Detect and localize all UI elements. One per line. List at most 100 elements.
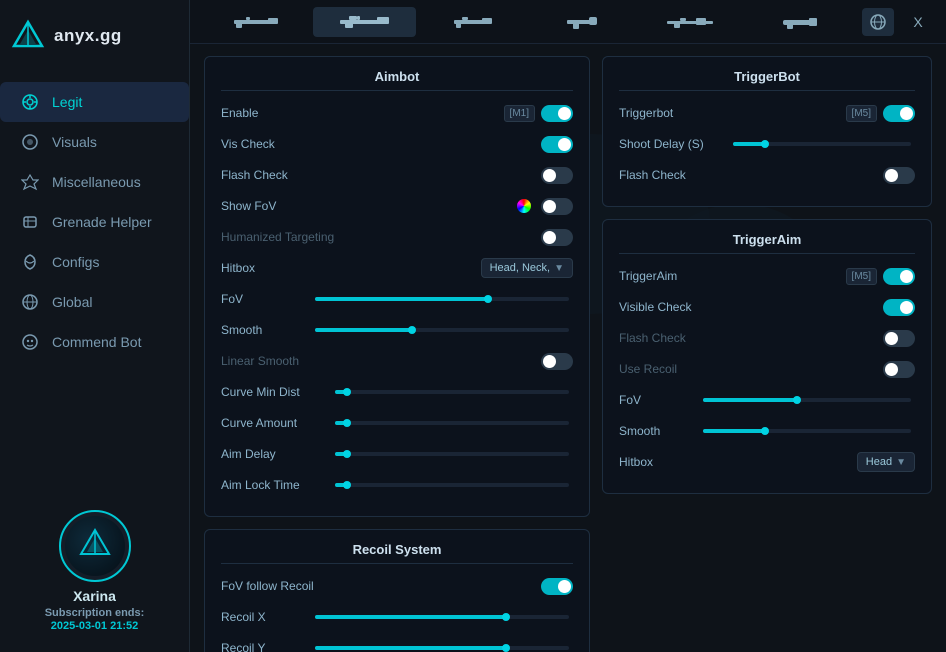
curve-amount-slider[interactable] [335, 421, 569, 425]
visible-check-row: Visible Check [619, 295, 915, 319]
aimbot-enable-label: Enable [221, 106, 258, 120]
show-fov-row: Show FoV [221, 194, 573, 218]
linear-smooth-toggle[interactable] [541, 353, 573, 370]
nav-label-configs: Configs [52, 254, 99, 270]
ta-fov-slider[interactable] [703, 398, 911, 402]
triggeraim-panel: TriggerAim TriggerAim [M5] Visible Check [602, 219, 932, 494]
weapon-tab-sniper[interactable] [640, 7, 743, 37]
triggeraim-row: TriggerAim [M5] [619, 264, 915, 288]
fov-slider[interactable] [315, 297, 569, 301]
sidebar-item-visuals[interactable]: Visuals [0, 122, 189, 162]
aim-lock-time-row: Aim Lock Time [221, 473, 573, 497]
use-recoil-row: Use Recoil [619, 357, 915, 381]
sidebar: anyx.gg Legit Visuals Miscellaneous Grenade… [0, 0, 190, 652]
nav-icon-global [20, 292, 40, 312]
logo-text: anyx.gg [54, 26, 122, 46]
ta-flash-check-label: Flash Check [619, 331, 686, 345]
hitbox-label: Hitbox [221, 261, 255, 275]
fov-label: FoV [221, 292, 311, 306]
sidebar-item-commend[interactable]: Commend Bot [0, 322, 189, 362]
triggeraim-keybind[interactable]: [M5] [846, 268, 877, 285]
weapon-bar: X [190, 0, 946, 44]
ta-smooth-slider[interactable] [703, 429, 911, 433]
fov-follow-label: FoV follow Recoil [221, 579, 314, 593]
ta-flash-check-row: Flash Check [619, 326, 915, 350]
ta-hitbox-row: Hitbox Head ▼ [619, 450, 915, 474]
recoil-panel: Recoil System FoV follow Recoil Recoil X [204, 529, 590, 652]
weapon-tab-smg[interactable] [422, 7, 525, 37]
enable-toggle[interactable] [541, 105, 573, 122]
sidebar-item-global[interactable]: Global [0, 282, 189, 322]
weapon-tab-pistol[interactable] [531, 7, 634, 37]
shoot-delay-label: Shoot Delay (S) [619, 137, 729, 151]
aim-lock-time-slider[interactable] [335, 483, 569, 487]
sidebar-item-misc[interactable]: Miscellaneous [0, 162, 189, 202]
triggerbot-title: TriggerBot [619, 69, 915, 91]
triggerbot-toggle[interactable] [883, 105, 915, 122]
sidebar-item-configs[interactable]: Configs [0, 242, 189, 282]
ta-fov-row: FoV [619, 388, 915, 412]
curve-min-dist-row: Curve Min Dist [221, 380, 573, 404]
left-column: Aimbot Enable [M1] Vis Check Flash Chec [204, 56, 590, 640]
triggeraim-label: TriggerAim [619, 269, 677, 283]
humanized-toggle[interactable] [541, 229, 573, 246]
tb-flash-check-toggle[interactable] [883, 167, 915, 184]
visible-check-label: Visible Check [619, 300, 691, 314]
show-fov-toggle[interactable] [541, 198, 573, 215]
flash-check-label: Flash Check [221, 168, 288, 182]
close-button[interactable]: X [904, 8, 932, 36]
logo-icon [10, 18, 46, 54]
globe-tab[interactable] [862, 8, 894, 36]
vis-check-toggle[interactable] [541, 136, 573, 153]
hitbox-dropdown[interactable]: Head, Neck, ▼ [481, 258, 573, 278]
nav-icon-visuals [20, 132, 40, 152]
fov-follow-row: FoV follow Recoil [221, 574, 573, 598]
flash-check-toggle[interactable] [541, 167, 573, 184]
color-picker-dot[interactable] [517, 199, 531, 213]
fov-follow-toggle[interactable] [541, 578, 573, 595]
triggerbot-row: Triggerbot [M5] [619, 101, 915, 125]
fov-row: FoV [221, 287, 573, 311]
main-area: X Aimbot Enable [M1] Vis Check [190, 0, 946, 652]
panels: Aimbot Enable [M1] Vis Check Flash Chec [190, 44, 946, 652]
smooth-slider[interactable] [315, 328, 569, 332]
enable-keybind[interactable]: [M1] [504, 105, 535, 122]
weapon-tab-shotgun[interactable] [749, 7, 852, 37]
vis-check-row: Vis Check [221, 132, 573, 156]
right-column: TriggerBot Triggerbot [M5] Shoot Delay (… [602, 56, 932, 640]
flash-check-row: Flash Check [221, 163, 573, 187]
curve-amount-row: Curve Amount [221, 411, 573, 435]
visible-check-toggle[interactable] [883, 299, 915, 316]
triggeraim-toggle[interactable] [883, 268, 915, 285]
triggerbot-keybind[interactable]: [M5] [846, 105, 877, 122]
use-recoil-toggle[interactable] [883, 361, 915, 378]
nav-label-grenade: Grenade Helper [52, 214, 152, 230]
aimbot-panel: Aimbot Enable [M1] Vis Check Flash Chec [204, 56, 590, 517]
triggeraim-title: TriggerAim [619, 232, 915, 254]
humanized-row: Humanized Targeting [221, 225, 573, 249]
nav-icon-grenade [20, 212, 40, 232]
ta-flash-check-toggle[interactable] [883, 330, 915, 347]
weapon-tab-rifle2[interactable] [313, 7, 416, 37]
recoil-x-slider[interactable] [315, 615, 569, 619]
weapon-tab-rifle1[interactable] [204, 7, 307, 37]
nav-label-visuals: Visuals [52, 134, 97, 150]
shoot-delay-row: Shoot Delay (S) [619, 132, 915, 156]
aim-delay-row: Aim Delay [221, 442, 573, 466]
username: Xarina [73, 588, 116, 604]
sidebar-item-grenade[interactable]: Grenade Helper [0, 202, 189, 242]
sidebar-item-legit[interactable]: Legit [0, 82, 189, 122]
ta-hitbox-dropdown[interactable]: Head ▼ [857, 452, 915, 472]
sub-label: Subscription ends: [45, 607, 145, 619]
curve-amount-label: Curve Amount [221, 416, 331, 430]
curve-min-dist-slider[interactable] [335, 390, 569, 394]
linear-smooth-label: Linear Smooth [221, 354, 299, 368]
aim-delay-slider[interactable] [335, 452, 569, 456]
ta-smooth-label: Smooth [619, 424, 699, 438]
aimbot-enable-row: Enable [M1] [221, 101, 573, 125]
nav-icon-commend [20, 332, 40, 352]
triggerbot-label: Triggerbot [619, 106, 673, 120]
shoot-delay-slider[interactable] [733, 142, 911, 146]
recoil-y-slider[interactable] [315, 646, 569, 650]
show-fov-label: Show FoV [221, 199, 276, 213]
